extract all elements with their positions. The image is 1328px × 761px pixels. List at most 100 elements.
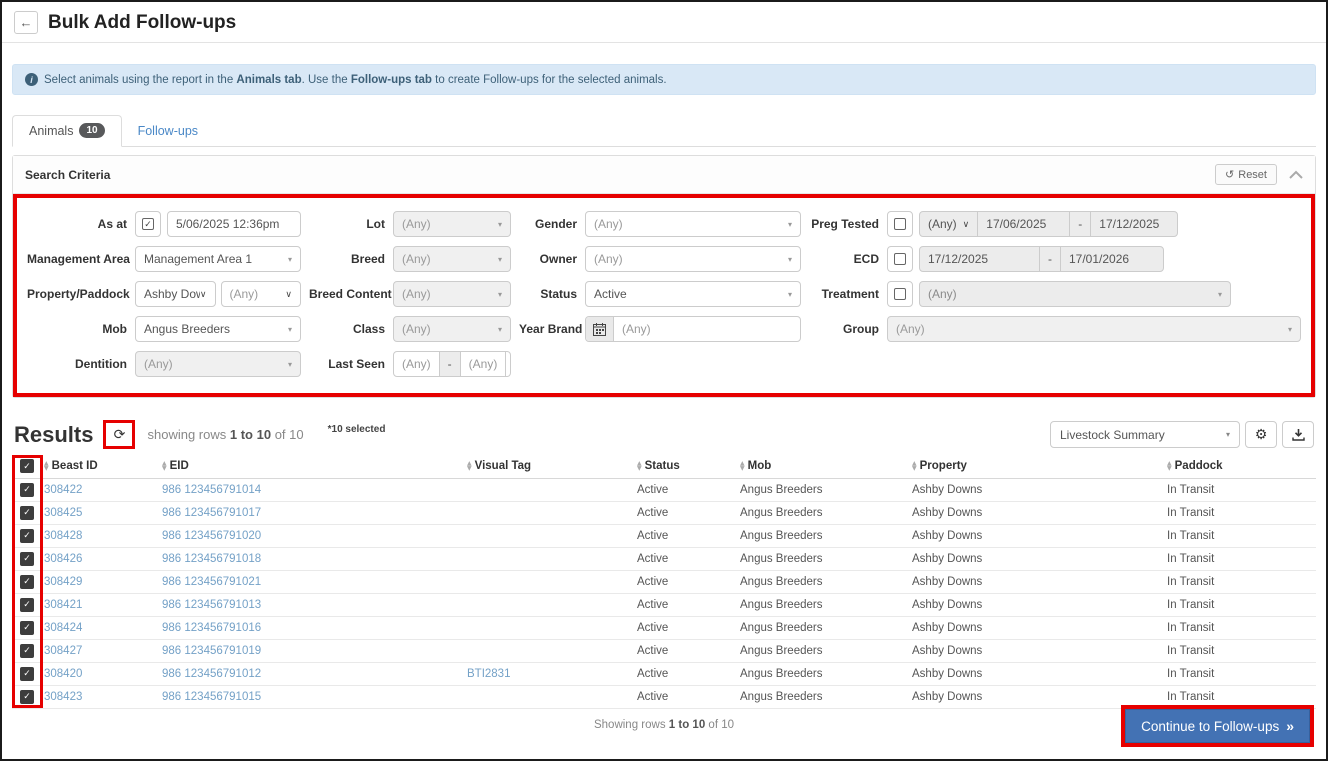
animals-count-badge: 10	[79, 123, 105, 138]
eid-link[interactable]: 986 123456791012	[162, 668, 261, 680]
year-brand-input[interactable]: (Any)	[614, 317, 800, 341]
col-visual-tag[interactable]: ▲ ▼ Visual Tag	[463, 455, 633, 479]
continue-annotation: Continue to Follow-ups »	[1121, 705, 1314, 747]
dentition-label: Dentition	[75, 357, 127, 371]
treatment-select[interactable]: (Any) ▾	[919, 281, 1231, 307]
eid-link[interactable]: 986 123456791014	[162, 484, 261, 496]
preg-tested-select[interactable]: (Any) ∨	[920, 212, 979, 236]
row-checkbox[interactable]: ✓	[20, 689, 34, 704]
paddock-cell: In Transit	[1163, 524, 1316, 548]
tab-follow-ups[interactable]: Follow-ups	[122, 117, 214, 146]
visual-tag-link[interactable]: BTI2831	[467, 668, 510, 680]
gender-label: Gender	[534, 217, 577, 231]
continue-to-follow-ups-button[interactable]: Continue to Follow-ups »	[1125, 709, 1310, 743]
treatment-checkbox[interactable]	[887, 281, 913, 307]
back-arrow-icon: ←	[19, 15, 33, 30]
status-cell: Active	[633, 616, 736, 640]
last-seen-unit-select[interactable]: days ago∨	[506, 352, 510, 376]
eid-link[interactable]: 986 123456791018	[162, 553, 261, 565]
status-select[interactable]: Active ▾	[585, 281, 801, 307]
col-status[interactable]: ▲ ▼ Status	[633, 455, 736, 479]
as-at-label: As at	[97, 217, 127, 231]
download-button[interactable]	[1282, 421, 1314, 448]
paddock-cell: In Transit	[1163, 570, 1316, 594]
last-seen-from-input[interactable]: (Any)	[394, 352, 440, 376]
search-criteria-title: Search Criteria	[25, 167, 111, 182]
paddock-cell: In Transit	[1163, 662, 1316, 686]
dentition-select[interactable]: (Any) ▾	[135, 351, 301, 377]
beast-id-link[interactable]: 308427	[44, 645, 82, 657]
calendar-icon[interactable]	[586, 317, 614, 341]
mob-cell: Angus Breeders	[736, 478, 908, 502]
beast-id-link[interactable]: 308421	[44, 599, 82, 611]
owner-select[interactable]: (Any) ▾	[585, 246, 801, 272]
breed-content-select[interactable]: (Any) ▾	[393, 281, 511, 307]
caret-down-icon: ▾	[497, 254, 502, 264]
refresh-button[interactable]: ⟳	[107, 424, 132, 445]
paddock-select[interactable]: (Any) ∨	[220, 281, 301, 307]
row-checkbox[interactable]: ✓	[20, 528, 34, 543]
date-range-dash: -	[1070, 212, 1092, 236]
chevron-down-icon: ∨	[962, 218, 970, 229]
management-area-select[interactable]: Management Area 1 ▾	[135, 246, 301, 272]
row-checkbox[interactable]: ✓	[20, 597, 34, 612]
back-button[interactable]: ←	[14, 11, 38, 34]
ecd-from-date[interactable]: 17/12/2025	[920, 247, 1040, 271]
preg-tested-checkbox[interactable]	[887, 211, 913, 237]
col-beast-id[interactable]: ▲ ▼ Beast ID	[40, 455, 158, 479]
row-checkbox[interactable]: ✓	[20, 551, 34, 566]
col-mob[interactable]: ▲ ▼ Mob	[736, 455, 908, 479]
beast-id-link[interactable]: 308424	[44, 622, 82, 634]
col-property[interactable]: ▲ ▼ Property	[908, 455, 1163, 479]
eid-link[interactable]: 986 123456791019	[162, 645, 261, 657]
preg-tested-from-date[interactable]: 17/06/2025	[978, 212, 1071, 236]
col-eid[interactable]: ▲ ▼ EID	[158, 455, 463, 479]
reset-button[interactable]: ↺ Reset	[1215, 164, 1277, 185]
eid-link[interactable]: 986 123456791021	[162, 576, 261, 588]
tab-animals[interactable]: Animals 10	[12, 115, 122, 147]
property-select[interactable]: Ashby Dow ∨	[135, 281, 216, 307]
select-all-checkbox[interactable]: ✓	[20, 459, 34, 474]
ecd-to-date[interactable]: 17/01/2026	[1061, 247, 1163, 271]
beast-id-link[interactable]: 308422	[44, 484, 82, 496]
as-at-datetime-input[interactable]	[167, 211, 301, 237]
report-type-select[interactable]: Livestock Summary ▾	[1050, 421, 1240, 448]
beast-id-link[interactable]: 308428	[44, 530, 82, 542]
lot-select[interactable]: (Any) ▾	[393, 211, 511, 237]
beast-id-link[interactable]: 308420	[44, 668, 82, 680]
ecd-checkbox[interactable]	[887, 246, 913, 272]
beast-id-link[interactable]: 308429	[44, 576, 82, 588]
row-checkbox[interactable]: ✓	[20, 643, 34, 658]
group-select[interactable]: (Any) ▾	[887, 316, 1301, 342]
preg-tested-to-date[interactable]: 17/12/2025	[1091, 212, 1177, 236]
gender-select[interactable]: (Any) ▾	[585, 211, 801, 237]
status-cell: Active	[633, 685, 736, 709]
mob-select[interactable]: Angus Breeders ▾	[135, 316, 301, 342]
collapse-chevron-icon[interactable]	[1289, 170, 1303, 179]
row-checkbox[interactable]: ✓	[20, 620, 34, 635]
beast-id-link[interactable]: 308426	[44, 553, 82, 565]
beast-id-link[interactable]: 308425	[44, 507, 82, 519]
beast-id-link[interactable]: 308423	[44, 691, 82, 703]
row-checkbox[interactable]: ✓	[20, 666, 34, 681]
breed-select[interactable]: (Any) ▾	[393, 246, 511, 272]
mob-cell: Angus Breeders	[736, 662, 908, 686]
eid-link[interactable]: 986 123456791020	[162, 530, 261, 542]
row-checkbox[interactable]: ✓	[20, 505, 34, 520]
row-checkbox[interactable]: ✓	[20, 482, 34, 497]
col-paddock[interactable]: ▲ ▼ Paddock	[1163, 455, 1316, 479]
table-row: ✓ 308428 986 123456791020 Active Angus B…	[12, 524, 1316, 548]
eid-link[interactable]: 986 123456791016	[162, 622, 261, 634]
last-seen-to-input[interactable]: (Any)	[461, 352, 507, 376]
eid-link[interactable]: 986 123456791017	[162, 507, 261, 519]
results-title: Results	[14, 421, 94, 447]
mob-cell: Angus Breeders	[736, 685, 908, 709]
settings-button[interactable]: ⚙	[1245, 421, 1277, 448]
row-checkbox[interactable]: ✓	[20, 574, 34, 589]
paddock-cell: In Transit	[1163, 547, 1316, 571]
eid-link[interactable]: 986 123456791013	[162, 599, 261, 611]
as-at-checkbox[interactable]: ✓	[135, 211, 161, 237]
eid-link[interactable]: 986 123456791015	[162, 691, 261, 703]
class-select[interactable]: (Any) ▾	[393, 316, 511, 342]
ecd-range: 17/12/2025 - 17/01/2026	[919, 246, 1164, 272]
